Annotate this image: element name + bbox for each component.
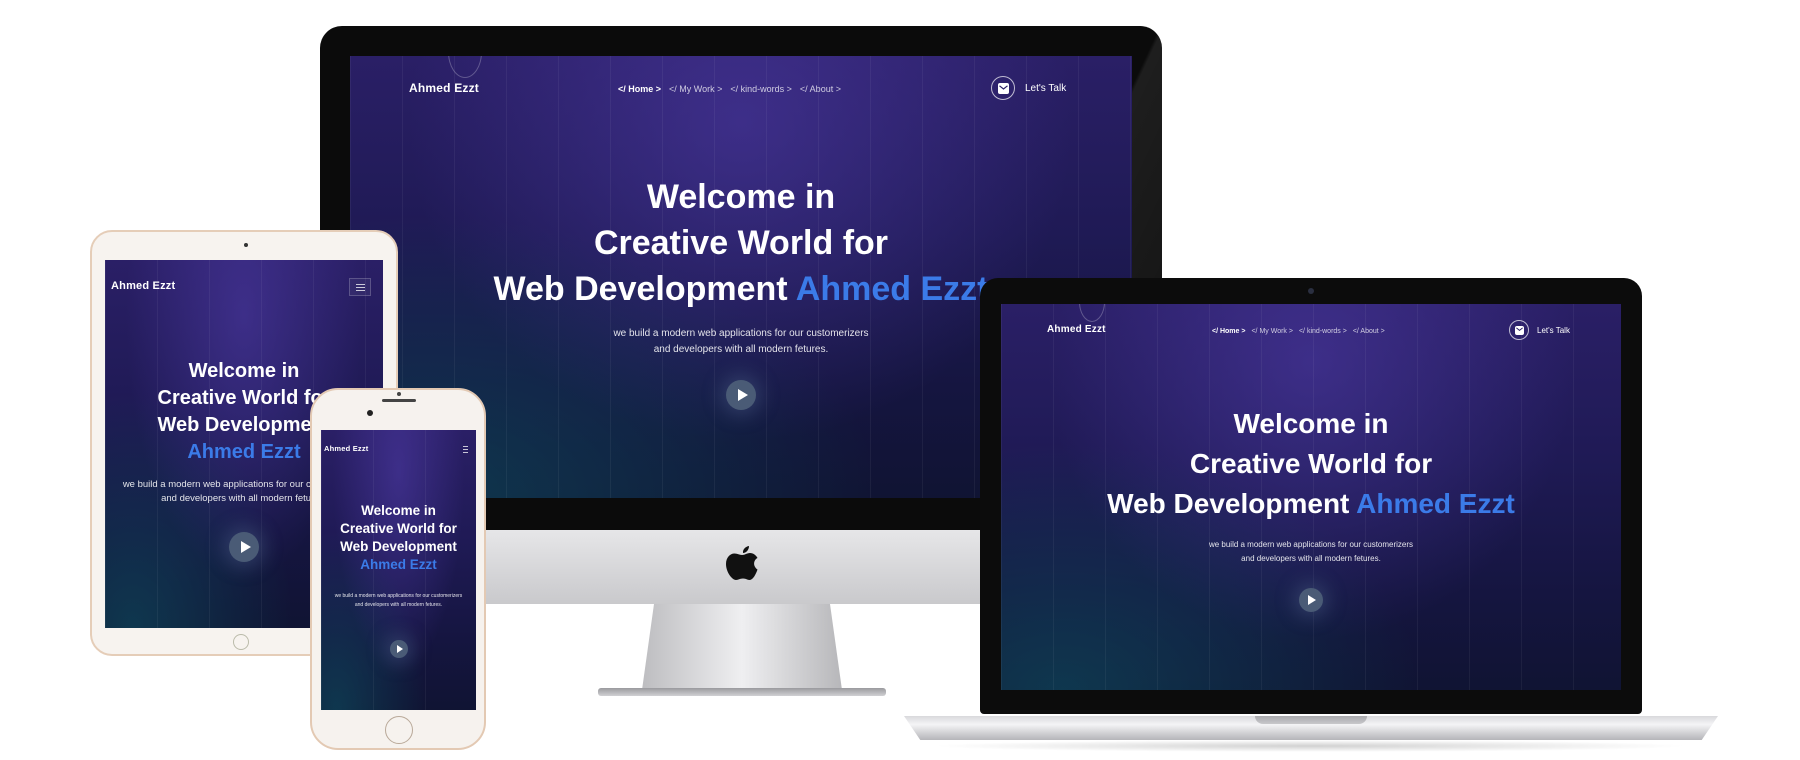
decorative-circle [448,56,482,78]
hero-line-1: Welcome in [646,178,836,216]
main-nav: </ Home > </ My Work > </ kind-words > <… [618,84,841,94]
nav-about[interactable]: </ About > [1353,328,1385,335]
lets-talk-label: Let's Talk [1537,325,1570,335]
hero-accent-name: Ahmed Ezzt [795,270,989,308]
iphone-frame: Ahmed Ezzt Welcome in Creative World for… [310,388,486,750]
hero-accent-name: Ahmed Ezzt [360,557,437,572]
hero-line-2: Creative World for [340,521,457,536]
nav-about[interactable]: </ About > [800,84,841,94]
hero-line-1: Welcome in [1233,408,1389,439]
play-icon [397,645,403,653]
play-button[interactable] [1299,588,1323,612]
hero-subtitle: we build a modern web applications for o… [321,592,476,610]
nav-my-work[interactable]: </ My Work > [669,84,722,94]
iphone-home-button [385,716,413,744]
hero-heading: Welcome in Creative World for Web Develo… [321,502,476,574]
apple-logo-icon [726,546,758,580]
subtitle-line-2: and developers with all modern fetures. [354,602,443,608]
macbook-screen: Ahmed Ezzt </ Home > </ My Work > </ kin… [1001,304,1621,690]
nav-home[interactable]: </ Home > [618,84,661,94]
nav-kind-words[interactable]: </ kind-words > [1299,328,1347,335]
mail-icon [991,76,1015,100]
subtitle-line-2: and developers with all modern fetures. [1241,554,1381,563]
iphone-screen: Ahmed Ezzt Welcome in Creative World for… [321,430,476,710]
mail-icon [1509,320,1529,340]
macbook-shadow [930,740,1690,752]
imac-foot [598,688,886,696]
brand-logo[interactable]: Ahmed Ezzt [111,280,175,292]
play-button[interactable] [229,532,259,562]
brand-logo[interactable]: Ahmed Ezzt [1047,324,1106,335]
macbook-camera [1308,288,1314,294]
lets-talk-label: Let's Talk [1025,82,1067,94]
nav-kind-words[interactable]: </ kind-words > [730,84,792,94]
brand-logo[interactable]: Ahmed Ezzt [324,444,369,453]
decorative-circle [1079,304,1105,322]
brand-logo[interactable]: Ahmed Ezzt [409,81,479,95]
hero-subtitle: we build a modern web applications for o… [1001,538,1621,566]
iphone-sensor [397,392,401,396]
hero-line-2: Creative World for [1189,448,1433,479]
iphone-camera [367,410,373,416]
nav-my-work[interactable]: </ My Work > [1251,328,1293,335]
hero-line-1: Welcome in [361,503,436,518]
lets-talk-button[interactable]: Let's Talk [991,76,1066,100]
hamburger-menu-icon[interactable] [460,444,470,454]
lets-talk-button[interactable]: Let's Talk [1509,320,1570,340]
hero-line-2: Creative World for [593,224,889,262]
hero-line-3-text: Web Development [1107,488,1350,519]
play-icon [240,541,251,553]
macbook-lid: Ahmed Ezzt </ Home > </ My Work > </ kin… [980,278,1642,714]
macbook-notch [1255,716,1367,724]
hamburger-menu-icon[interactable] [349,278,371,296]
play-icon [737,389,748,401]
hero-heading: Welcome in Creative World for Web Develo… [1001,404,1621,524]
nav-home[interactable]: </ Home > [1212,328,1245,335]
subtitle-line-1: we build a modern web applications for o… [1208,540,1414,549]
hero-line-3: Web Development [340,539,457,554]
hero-line-3: Web Development Ahmed Ezzt [1001,484,1621,524]
hero-accent-name: Ahmed Ezzt [1356,488,1515,519]
ipad-camera [244,243,248,247]
ipad-home-button [233,634,249,650]
play-button[interactable] [726,380,756,410]
play-icon [1308,595,1316,605]
main-nav: </ Home > </ My Work > </ kind-words > <… [1212,328,1385,335]
play-button[interactable] [390,640,408,658]
imac-stand [642,604,842,690]
hero-line-1: Welcome in [188,360,300,382]
hero-line-3-text: Web Development [493,270,788,308]
subtitle-line-1: we build a modern web applications for o… [334,593,463,599]
iphone-speaker [382,399,416,402]
